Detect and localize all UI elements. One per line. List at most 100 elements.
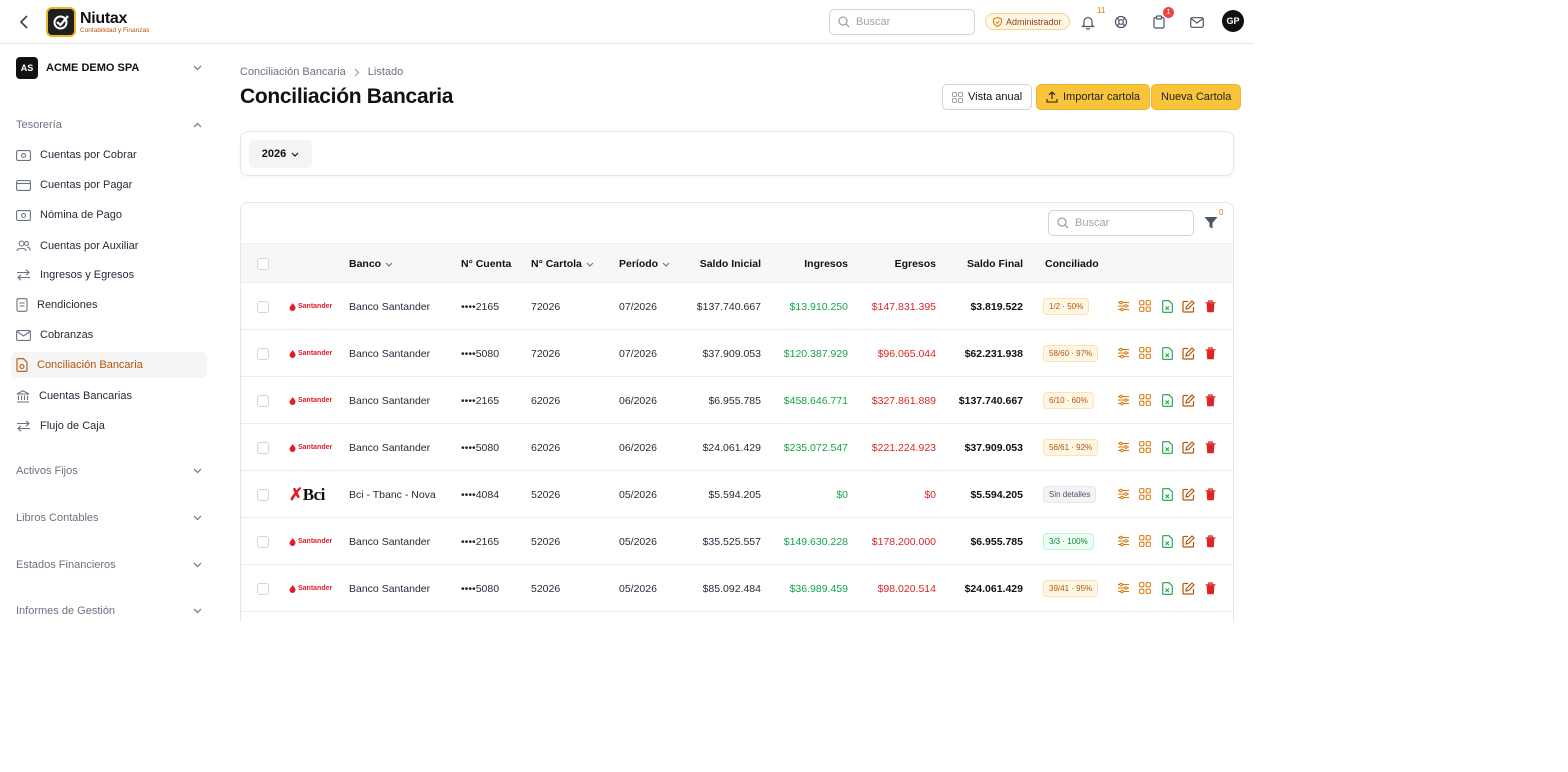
filter-icon[interactable] bbox=[1203, 215, 1219, 231]
adjust-icon[interactable] bbox=[1115, 345, 1131, 361]
excel-export-icon[interactable] bbox=[1159, 345, 1175, 361]
edit-icon[interactable] bbox=[1180, 298, 1196, 314]
row-checkbox[interactable] bbox=[257, 535, 269, 548]
section-informes-de-gestion[interactable]: Informes de Gestión bbox=[16, 605, 202, 617]
sidebar-item-flujo-de-caja[interactable]: Flujo de Caja bbox=[11, 413, 207, 439]
select-all-checkbox[interactable] bbox=[257, 258, 269, 270]
support-icon[interactable] bbox=[1112, 13, 1130, 31]
adjust-icon[interactable] bbox=[1115, 533, 1131, 549]
excel-export-icon[interactable] bbox=[1159, 298, 1175, 314]
edit-icon[interactable] bbox=[1180, 486, 1196, 502]
money-icon bbox=[16, 209, 31, 221]
sidebar-item-cobranzas[interactable]: Cobranzas bbox=[11, 322, 207, 348]
grid-view-icon[interactable] bbox=[1137, 439, 1153, 455]
row-checkbox[interactable] bbox=[257, 441, 269, 454]
global-search-input[interactable]: Buscar bbox=[829, 9, 975, 35]
table-row[interactable]: Santander Banco Santander ••••5080 62026 06/… bbox=[241, 424, 1233, 471]
chevron-right-icon bbox=[354, 68, 360, 76]
table-search-input[interactable]: Buscar bbox=[1048, 210, 1194, 236]
grid-view-icon[interactable] bbox=[1137, 392, 1153, 408]
adjust-icon[interactable] bbox=[1115, 439, 1131, 455]
row-checkbox[interactable] bbox=[257, 300, 269, 313]
delete-icon[interactable] bbox=[1202, 298, 1218, 314]
section-activos-fijos[interactable]: Activos Fijos bbox=[16, 465, 202, 477]
sidebar-item-ingresos-y-egresos[interactable]: Ingresos y Egresos bbox=[11, 262, 207, 288]
sidebar-item-label: Ingresos y Egresos bbox=[40, 269, 135, 281]
excel-export-icon[interactable] bbox=[1159, 439, 1175, 455]
excel-export-icon[interactable] bbox=[1159, 580, 1175, 596]
grid-view-icon[interactable] bbox=[1137, 345, 1153, 361]
new-statement-button[interactable]: Nueva Cartola bbox=[1151, 84, 1242, 110]
row-checkbox[interactable] bbox=[257, 488, 269, 501]
sidebar-item-conciliacion-bancaria[interactable]: Conciliación Bancaria bbox=[11, 352, 207, 378]
sidebar-item-label: Nómina de Pago bbox=[40, 209, 122, 221]
excel-export-icon[interactable] bbox=[1159, 486, 1175, 502]
delete-icon[interactable] bbox=[1202, 439, 1218, 455]
excel-export-icon[interactable] bbox=[1159, 392, 1175, 408]
edit-icon[interactable] bbox=[1180, 345, 1196, 361]
bell-icon[interactable] bbox=[1079, 13, 1097, 31]
edit-icon[interactable] bbox=[1180, 533, 1196, 549]
cell-periodo: 06/2026 bbox=[619, 394, 657, 407]
adjust-icon[interactable] bbox=[1115, 486, 1131, 502]
table-row[interactable]: Santander Banco Santander ••••2165 62026 06/… bbox=[241, 377, 1233, 424]
table-row[interactable]: Santander Banco Santander ••••2165 72026 07/… bbox=[241, 283, 1233, 330]
chevron-down-icon bbox=[193, 515, 202, 521]
cell-saldo-final: $6.955.785 bbox=[970, 535, 1023, 548]
delete-icon[interactable] bbox=[1202, 533, 1218, 549]
breadcrumb: Conciliación Bancaria Listado bbox=[240, 66, 403, 78]
sidebar-item-label: Cobranzas bbox=[40, 329, 94, 341]
year-select[interactable]: 2026 bbox=[249, 140, 312, 168]
sidebar-item-cuentas-por-pagar[interactable]: Cuentas por Pagar bbox=[11, 172, 207, 198]
edit-icon[interactable] bbox=[1180, 392, 1196, 408]
section-label: Informes de Gestión bbox=[16, 605, 116, 617]
column-cartola[interactable]: N° Cartola bbox=[531, 244, 594, 284]
edit-icon[interactable] bbox=[1180, 580, 1196, 596]
delete-icon[interactable] bbox=[1202, 392, 1218, 408]
row-checkbox[interactable] bbox=[257, 394, 269, 407]
import-statement-button[interactable]: Importar cartola bbox=[1036, 84, 1151, 110]
table-row[interactable]: Santander Banco Santander ••••5080 52026 05/… bbox=[241, 565, 1233, 612]
search-icon bbox=[838, 16, 850, 28]
column-egresos: Egresos bbox=[894, 258, 936, 270]
grid-view-icon[interactable] bbox=[1137, 580, 1153, 596]
column-banco[interactable]: Banco bbox=[349, 244, 393, 284]
section-tesoreria[interactable]: Tesorería bbox=[16, 119, 202, 131]
adjust-icon[interactable] bbox=[1115, 298, 1131, 314]
sidebar-item-cuentas-por-cobrar[interactable]: Cuentas por Cobrar bbox=[11, 142, 207, 168]
company-selector[interactable]: AS ACME DEMO SPA bbox=[16, 57, 202, 79]
cell-cuenta: ••••2165 bbox=[461, 394, 500, 407]
user-avatar[interactable]: GP bbox=[1222, 10, 1244, 32]
reconciled-badge: 6/10 · 60% bbox=[1043, 392, 1094, 409]
sidebar-item-rendiciones[interactable]: Rendiciones bbox=[11, 292, 207, 318]
sidebar-item-cuentas-bancarias[interactable]: Cuentas Bancarias bbox=[11, 383, 207, 409]
back-icon[interactable] bbox=[16, 13, 32, 31]
annual-view-button[interactable]: Vista anual bbox=[942, 84, 1033, 110]
brand-logo[interactable]: Niutax Contabilidad y Finanzas bbox=[46, 7, 149, 37]
delete-icon[interactable] bbox=[1202, 345, 1218, 361]
row-checkbox[interactable] bbox=[257, 347, 269, 360]
row-checkbox[interactable] bbox=[257, 582, 269, 595]
transfer-icon bbox=[17, 420, 30, 432]
adjust-icon[interactable] bbox=[1115, 580, 1131, 596]
mail-icon[interactable] bbox=[1188, 13, 1206, 31]
grid-view-icon[interactable] bbox=[1137, 533, 1153, 549]
delete-icon[interactable] bbox=[1202, 486, 1218, 502]
cell-ingresos: $13.910.250 bbox=[789, 300, 848, 313]
breadcrumb-root[interactable]: Conciliación Bancaria bbox=[240, 66, 346, 78]
column-periodo[interactable]: Período bbox=[619, 244, 670, 284]
table-row[interactable]: Santander Banco Santander ••••5080 72026 07/… bbox=[241, 330, 1233, 377]
sidebar-item-nomina-de-pago[interactable]: Nómina de Pago bbox=[11, 202, 207, 228]
sidebar-item-cuentas-por-auxiliar[interactable]: Cuentas por Auxiliar bbox=[11, 233, 207, 259]
edit-icon[interactable] bbox=[1180, 439, 1196, 455]
delete-icon[interactable] bbox=[1202, 580, 1218, 596]
section-estados-financieros[interactable]: Estados Financieros bbox=[16, 559, 202, 571]
adjust-icon[interactable] bbox=[1115, 392, 1131, 408]
role-badge[interactable]: Administrador bbox=[985, 13, 1070, 30]
table-row[interactable]: Santander Banco Santander ••••2165 52026 05/… bbox=[241, 518, 1233, 565]
grid-view-icon[interactable] bbox=[1137, 298, 1153, 314]
excel-export-icon[interactable] bbox=[1159, 533, 1175, 549]
grid-view-icon[interactable] bbox=[1137, 486, 1153, 502]
table-row[interactable]: ✗Bci Bci - Tbanc - Nova ••••4084 52026 05/20… bbox=[241, 471, 1233, 518]
section-libros-contables[interactable]: Libros Contables bbox=[16, 512, 202, 524]
